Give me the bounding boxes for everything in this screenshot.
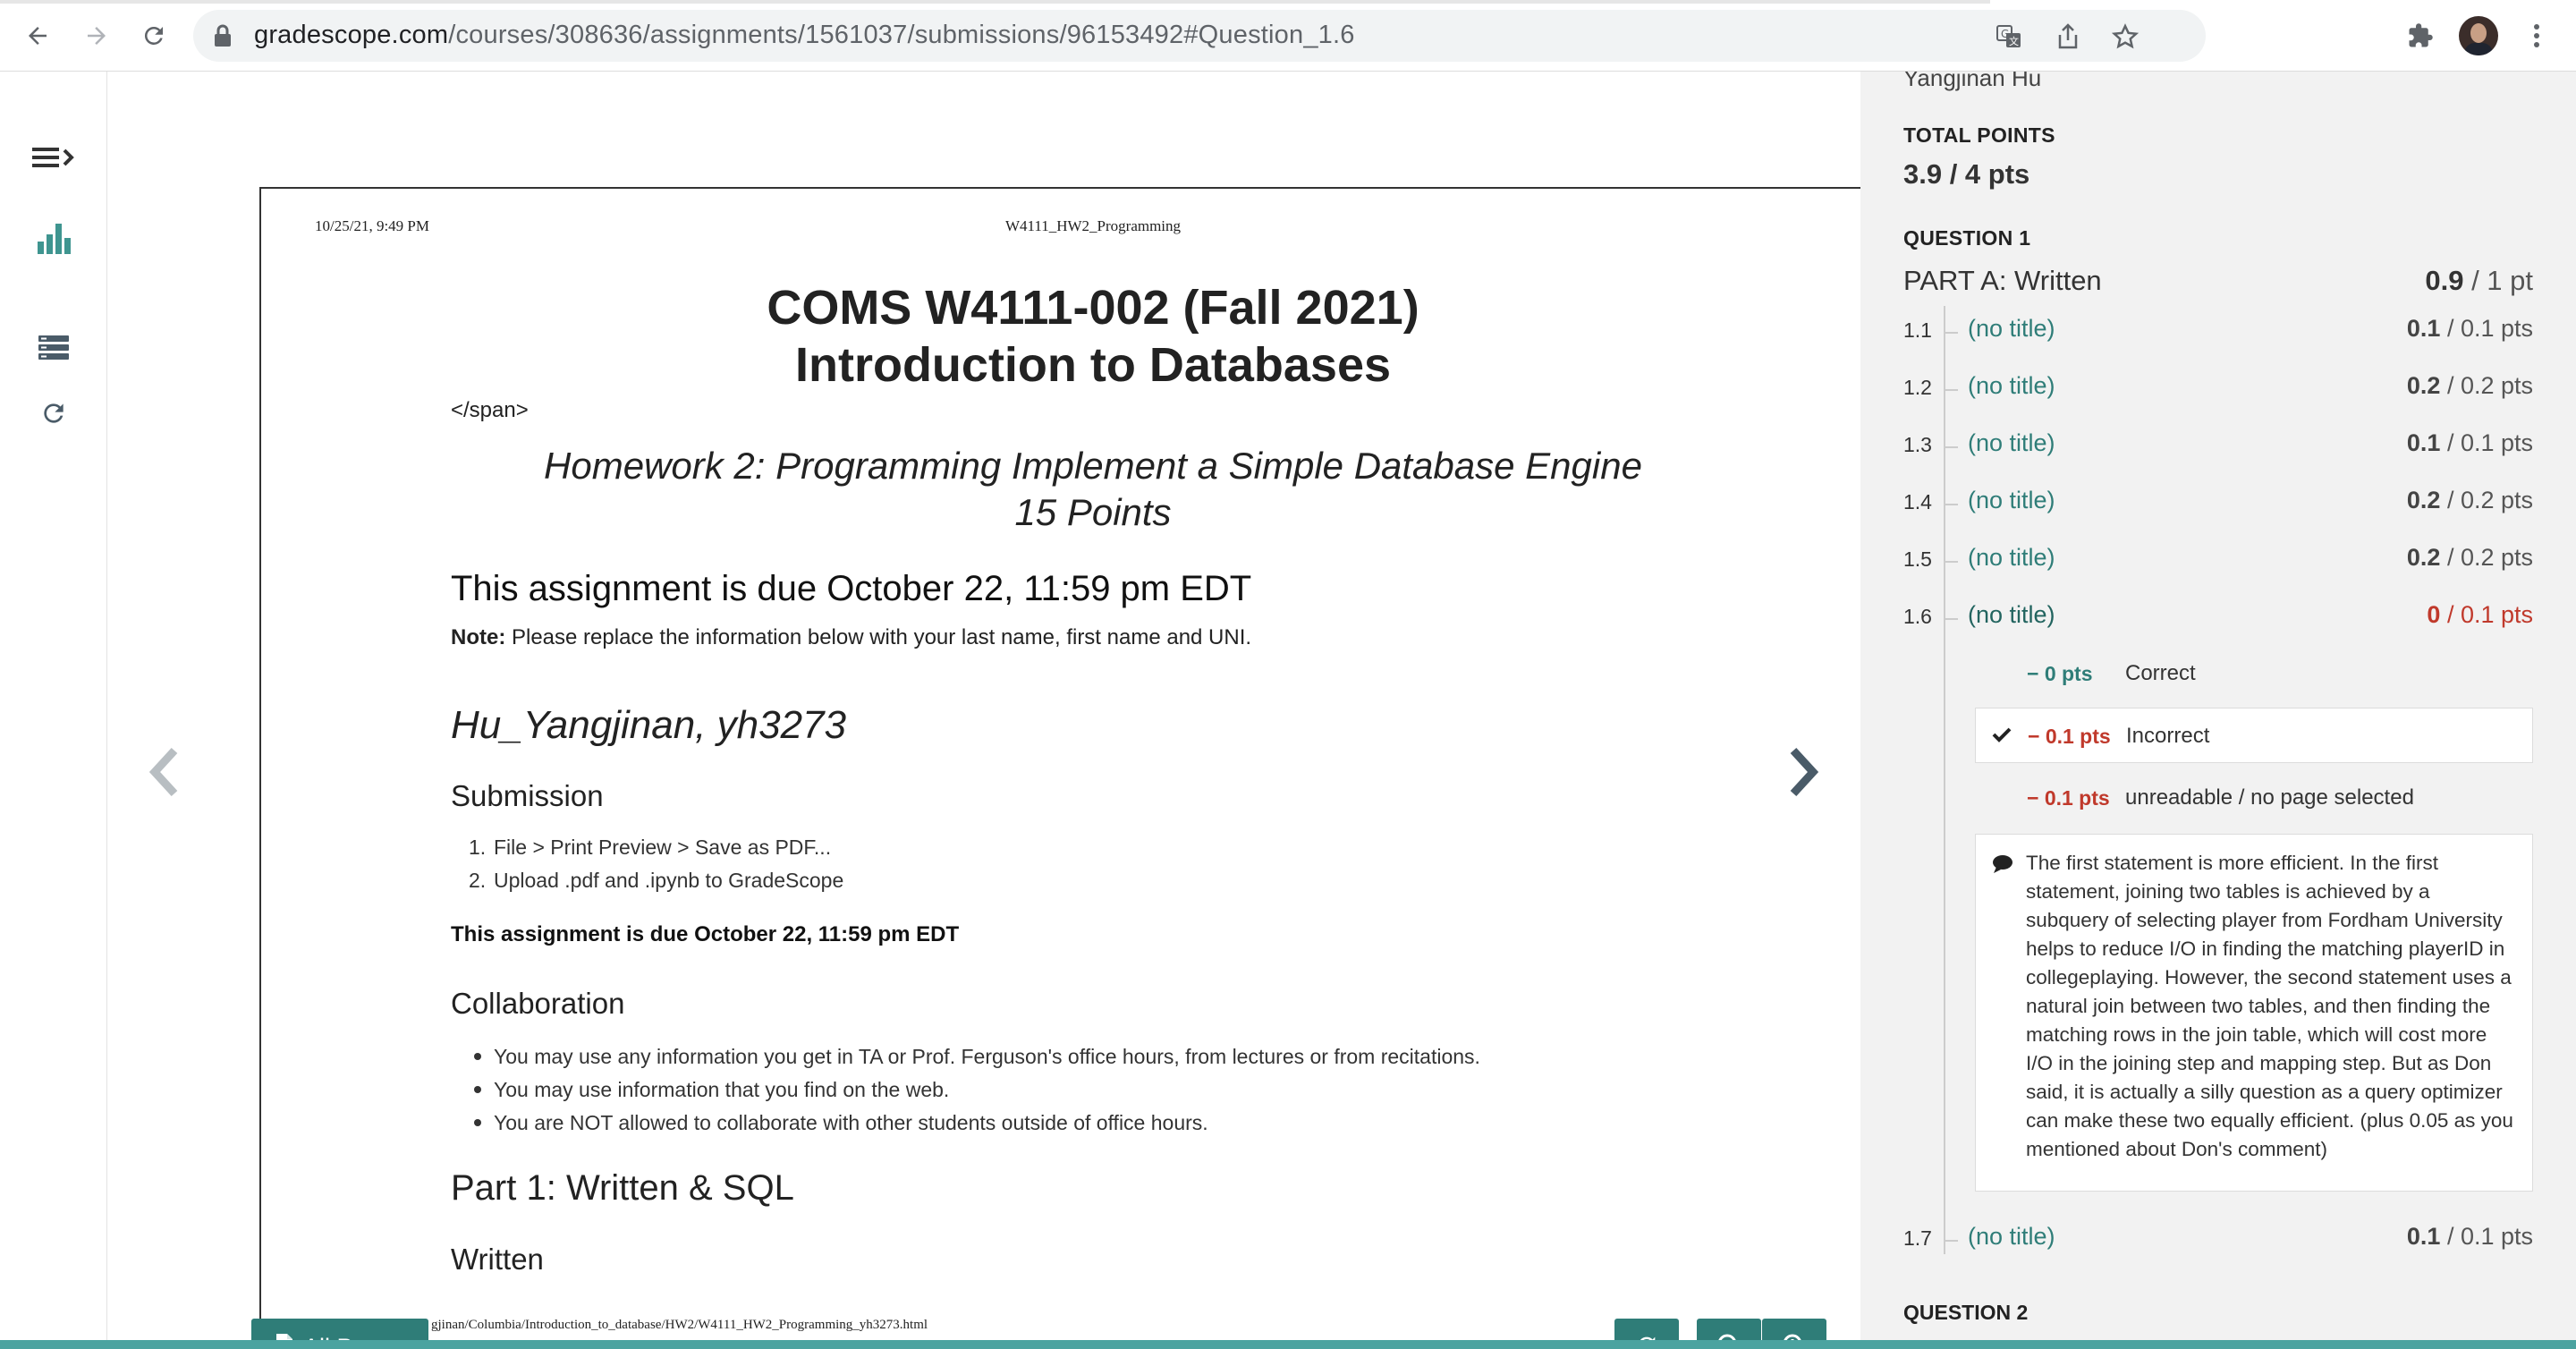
reload-icon[interactable] [136,18,172,54]
question-number: 1.6 [1903,605,1932,628]
question-row-1-5[interactable]: 1.5 (no title) 0.2 / 0.2 pts [1903,542,2533,578]
question-row-1-4[interactable]: 1.4 (no title) 0.2 / 0.2 pts [1903,485,2533,521]
comment-text: The first statement is more efficient. I… [2026,852,2513,1160]
question-row-1-3[interactable]: 1.3 (no title) 0.1 / 0.1 pts [1903,428,2533,463]
rubric-points: − 0 pts [2027,662,2093,685]
svg-text:文: 文 [2009,35,2019,47]
question-title[interactable]: (no title) [1968,372,2055,400]
extensions-icon[interactable] [2402,18,2438,54]
question-title[interactable]: (no title) [1968,429,2055,457]
question-title[interactable]: (no title) [1968,601,2055,629]
question-number: 1.5 [1903,547,1932,571]
menu-expand-icon[interactable] [27,131,80,184]
collaboration-rules: You may use any information you get in T… [469,1040,1480,1140]
bar-chart-icon[interactable] [27,211,80,265]
question-title[interactable]: (no title) [1968,315,2055,343]
question-number: 1.1 [1903,318,1932,342]
homework-title: Homework 2: Programming Implement a Simp… [544,445,1642,487]
grading-panel: Yangjinan Hu TOTAL POINTS 3.9 / 4 pts QU… [1860,72,2576,1340]
kebab-menu-icon[interactable] [2519,18,2555,54]
list-item: 1. File > Print Preview > Save as PDF... [469,836,832,859]
submission-viewer: 10/25/21, 9:49 PM W4111_HW2_Programming … [108,72,1927,1349]
rubric-points: − 0.1 pts [2027,786,2110,810]
list-item: 2. Upload .pdf and .ipynb to GradeScope [469,869,844,892]
grader-comment: The first statement is more efficient. I… [1975,834,2533,1192]
loading-bar [0,0,1990,4]
chevron-right-icon[interactable] [1786,741,1822,803]
question-number: 1.4 [1903,490,1932,513]
student-name-line: Hu_Yangjinan, yh3273 [451,703,846,747]
question-row-1-2[interactable]: 1.2 (no title) 0.2 / 0.2 pts [1903,370,2533,406]
rubric-item-correct[interactable]: − 0 pts Correct [1975,646,2533,701]
rubric-description: Correct [2125,661,2196,685]
list-item: You may use information that you find on… [469,1073,1480,1107]
question-number: 1.3 [1903,433,1932,456]
due-date-heading: This assignment is due October 22, 11:59… [451,569,1252,608]
part-score: 0.9 / 1 pt [2425,265,2533,296]
checkmark-icon [1992,726,2012,747]
question-2-label: QUESTION 2 [1903,1301,2029,1324]
avatar[interactable] [2459,16,2498,55]
rubric-item-incorrect[interactable]: − 0.1 pts Incorrect [1975,708,2533,763]
question-title[interactable]: (no title) [1968,1223,2055,1251]
left-sidebar [0,72,107,1340]
question-score: 0.2 / 0.2 pts [2406,487,2533,513]
homework-points: 15 Points [1014,491,1172,533]
total-points-label: TOTAL POINTS [1903,123,2055,147]
list-item: You may use any information you get in T… [469,1040,1480,1073]
due-date-bold: This assignment is due October 22, 11:59… [451,922,960,946]
bottom-accent-bar [0,1340,2576,1349]
student-name: Yangjinan Hu [1903,72,2042,91]
span-tag-text: </span> [451,398,529,422]
question-score: 0.2 / 0.2 pts [2406,372,2533,399]
comment-icon [1992,854,2013,878]
star-icon[interactable] [2111,22,2140,51]
submission-page: 10/25/21, 9:49 PM W4111_HW2_Programming … [259,187,1927,1349]
collaboration-heading: Collaboration [451,987,625,1020]
submission-steps: 1. File > Print Preview > Save as PDF... … [469,831,843,897]
question-row-1-7[interactable]: 1.7 (no title) 0.1 / 0.1 pts [1903,1221,2533,1257]
question-number: 1.7 [1903,1226,1932,1250]
question-score: 0 / 0.1 pts [2427,601,2533,628]
question-title[interactable]: (no title) [1968,544,2055,572]
total-points-value: 3.9 / 4 pts [1903,158,2030,190]
question-row-1-1[interactable]: 1.1 (no title) 0.1 / 0.1 pts [1903,313,2533,349]
translate-icon[interactable]: G文 [1995,22,2023,51]
question-number: 1.2 [1903,376,1932,399]
rubric-description: Incorrect [2126,724,2210,748]
url-text: gradescope.com/courses/308636/assignment… [254,21,1355,49]
rubric-description: unreadable / no page selected [2125,785,2414,810]
question-score: 0.2 / 0.2 pts [2406,544,2533,571]
course-subtitle: Introduction to Databases [794,338,1392,392]
question-score: 0.1 / 0.1 pts [2406,315,2533,342]
submission-heading: Submission [451,779,604,812]
part1-heading: Part 1: Written & SQL [451,1168,794,1208]
written-heading: Written [451,1243,544,1276]
page-header-title: W4111_HW2_Programming [1004,217,1182,234]
question-score: 0.1 / 0.1 pts [2406,429,2533,456]
list-item: You are NOT allowed to collaborate with … [469,1107,1480,1140]
page-footer-path: gjinan/Columbia/Introduction_to_database… [431,1318,928,1332]
course-title: COMS W4111-002 (Fall 2021) [767,281,1419,335]
refresh-icon[interactable] [27,386,80,440]
lock-icon [213,24,233,52]
back-arrow-icon[interactable] [20,18,55,54]
question-1-label: QUESTION 1 [1903,226,2031,250]
share-icon[interactable] [2054,22,2082,51]
question-title[interactable]: (no title) [1968,487,2055,514]
rubric-points: − 0.1 pts [2028,725,2111,748]
address-bar[interactable]: gradescope.com/courses/308636/assignment… [193,10,2206,62]
part-title: PART A: Written [1903,265,2102,296]
list-icon[interactable] [27,320,80,374]
rubric-item-unreadable[interactable]: − 0.1 pts unreadable / no page selected [1975,770,2533,826]
question-score: 0.1 / 0.1 pts [2406,1223,2533,1250]
note-text: Note: Please replace the information bel… [451,625,1252,649]
chevron-left-icon[interactable] [146,741,182,803]
browser-toolbar: gradescope.com/courses/308636/assignment… [0,0,2576,72]
question-row-1-6[interactable]: 1.6 (no title) 0 / 0.1 pts [1903,599,2533,635]
forward-arrow-icon[interactable] [79,18,114,54]
